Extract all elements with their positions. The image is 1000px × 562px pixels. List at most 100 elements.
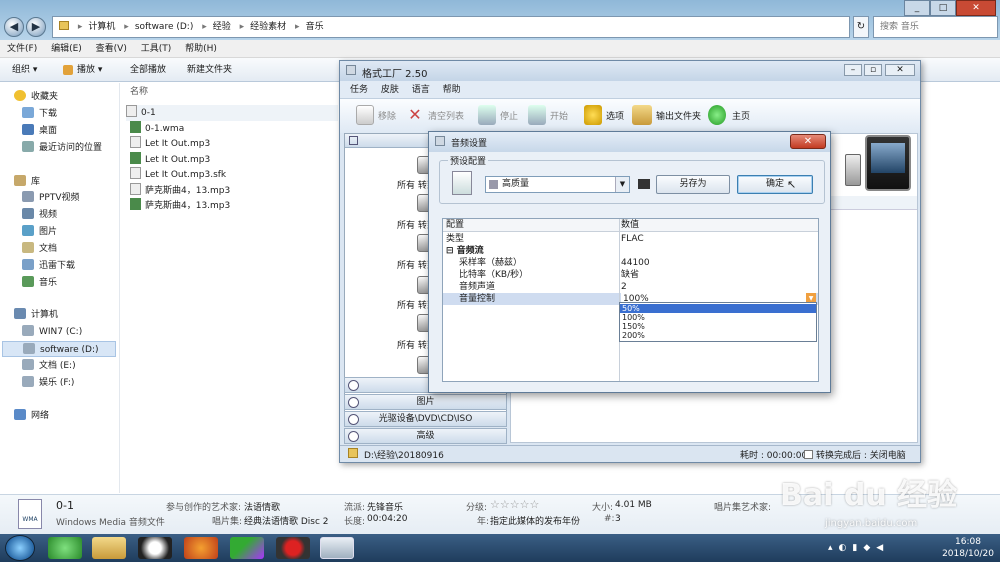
file-row[interactable]: Let It Out.mp3 bbox=[130, 152, 210, 168]
clear-list-button[interactable]: 清空列表 bbox=[428, 109, 464, 122]
status-output-path[interactable]: D:\经验\20180916 bbox=[364, 448, 444, 461]
value-artist[interactable]: 法语情歌 bbox=[244, 500, 280, 513]
new-folder-button[interactable]: 新建文件夹 bbox=[187, 58, 232, 82]
start-button[interactable]: 开始 bbox=[550, 109, 568, 122]
volume-option[interactable]: 150% bbox=[620, 322, 816, 331]
search-input[interactable]: 搜索 音乐 bbox=[873, 16, 998, 38]
grid-category-row[interactable]: ⊟ 音频流 bbox=[443, 245, 818, 257]
ff-menu-help[interactable]: 帮助 bbox=[443, 81, 461, 99]
clock-date[interactable]: 2018/10/20 bbox=[938, 549, 998, 559]
column-header-name[interactable]: 名称 bbox=[130, 84, 148, 100]
favorites-header[interactable]: 收藏夹 bbox=[14, 89, 58, 105]
breadcrumb-music[interactable]: 音乐 bbox=[306, 22, 324, 32]
volume-option[interactable]: 50% bbox=[620, 304, 816, 313]
ff-maximize-button[interactable]: ▫ bbox=[864, 64, 882, 76]
ff-menu-language[interactable]: 语言 bbox=[412, 81, 430, 99]
record-taskbar-icon[interactable] bbox=[276, 537, 310, 559]
ff-section-dvd[interactable]: 光驱设备\DVD\CD\ISO bbox=[344, 411, 507, 427]
output-folder-button[interactable]: 输出文件夹 bbox=[656, 109, 701, 122]
sidebar-item-thunder[interactable]: 迅雷下载 bbox=[22, 258, 75, 274]
stop-button[interactable]: 停止 bbox=[500, 109, 518, 122]
menu-view[interactable]: 查看(V) bbox=[96, 40, 127, 58]
volume-option[interactable]: 200% bbox=[620, 331, 816, 340]
sidebar-item-recent[interactable]: 最近访问的位置 bbox=[22, 140, 102, 156]
sidebar-item-music[interactable]: 音乐 bbox=[22, 275, 57, 291]
rating-stars[interactable]: ☆☆☆☆☆ bbox=[490, 498, 539, 511]
explorer-taskbar-icon[interactable] bbox=[92, 537, 126, 559]
ok-button[interactable]: 确定 bbox=[737, 175, 813, 194]
value-album[interactable]: 经典法语情歌 Disc 2 bbox=[244, 514, 329, 527]
grid-row[interactable]: 音频声道 2 bbox=[443, 281, 818, 293]
maximize-button[interactable]: □ bbox=[930, 0, 956, 16]
save-as-button[interactable]: 另存为 bbox=[656, 175, 730, 194]
grid-row[interactable]: 比特率（KB/秒） 缺省 bbox=[443, 269, 818, 281]
ff-minimize-button[interactable]: – bbox=[844, 64, 862, 76]
grid-row[interactable]: 类型 FLAC bbox=[443, 233, 818, 245]
sidebar-item-drive-d[interactable]: software (D:) bbox=[2, 341, 116, 357]
taskbar-app-icon[interactable] bbox=[48, 537, 82, 559]
refresh-button[interactable]: ↻ bbox=[853, 16, 869, 38]
play-button[interactable]: 播放 ▾ bbox=[77, 58, 102, 82]
breadcrumb-software[interactable]: software (D:) bbox=[135, 22, 194, 32]
ff-close-button[interactable]: ✕ bbox=[885, 64, 915, 76]
qq-taskbar-icon[interactable] bbox=[138, 537, 172, 559]
sidebar-item-downloads[interactable]: 下载 bbox=[22, 106, 57, 122]
home-button[interactable]: 主页 bbox=[732, 109, 750, 122]
ff-menu-tasks[interactable]: 任务 bbox=[350, 81, 368, 99]
sidebar-item-drive-c[interactable]: WIN7 (C:) bbox=[22, 324, 82, 340]
menu-edit[interactable]: 编辑(E) bbox=[51, 40, 82, 58]
status-after-conversion[interactable]: 转换完成后 : 关闭电脑 bbox=[816, 448, 906, 461]
media-taskbar-icon[interactable] bbox=[230, 537, 264, 559]
ff-section-advanced[interactable]: 高级 bbox=[344, 428, 507, 444]
file-row[interactable]: 萨克斯曲4，13.mp3 bbox=[130, 198, 230, 214]
file-row[interactable]: 0-1.wma bbox=[130, 121, 184, 137]
forward-button[interactable]: ▶ bbox=[26, 17, 46, 37]
breadcrumb-jingyan[interactable]: 经验 bbox=[213, 22, 231, 32]
file-row[interactable]: Let It Out.mp3.sfk bbox=[130, 167, 226, 183]
back-button[interactable]: ◀ bbox=[4, 17, 24, 37]
sidebar-item-drive-f[interactable]: 娱乐 (F:) bbox=[22, 375, 74, 391]
sidebar-item-documents[interactable]: 文档 bbox=[22, 241, 57, 257]
value-genre[interactable]: 先锋音乐 bbox=[367, 500, 403, 513]
libraries-header[interactable]: 库 bbox=[14, 174, 40, 190]
options-button[interactable]: 选项 bbox=[606, 109, 624, 122]
console-icon[interactable] bbox=[638, 179, 650, 189]
clock-time[interactable]: 16:08 bbox=[938, 537, 998, 547]
start-button[interactable] bbox=[5, 535, 35, 561]
ff-menu-skin[interactable]: 皮肤 bbox=[381, 81, 399, 99]
dialog-close-button[interactable]: ✕ bbox=[790, 134, 826, 149]
minimize-button[interactable]: _ bbox=[904, 0, 930, 16]
sidebar-item-videos[interactable]: 视频 bbox=[22, 207, 57, 223]
value-track[interactable]: 3 bbox=[615, 514, 621, 524]
network-header[interactable]: 网络 bbox=[14, 408, 49, 424]
flac-icon bbox=[452, 171, 472, 195]
grid-row[interactable]: 采样率（赫兹） 44100 bbox=[443, 257, 818, 269]
play-all-button[interactable]: 全部播放 bbox=[130, 58, 166, 82]
computer-header[interactable]: 计算机 bbox=[14, 307, 58, 323]
sidebar-item-pictures[interactable]: 图片 bbox=[22, 224, 57, 240]
ff-section-image[interactable]: 图片 bbox=[344, 394, 507, 410]
file-row[interactable]: 萨克斯曲4，13.mp3 bbox=[130, 183, 230, 199]
menu-tools[interactable]: 工具(T) bbox=[141, 40, 172, 58]
close-button[interactable]: ✕ bbox=[956, 0, 996, 16]
breadcrumb-sucai[interactable]: 经验素材 bbox=[250, 22, 286, 32]
firefox-taskbar-icon[interactable] bbox=[184, 537, 218, 559]
address-bar[interactable]: ▸ 计算机 ▸ software (D:) ▸ 经验 ▸ 经验素材 ▸ 音乐 bbox=[52, 16, 850, 38]
remove-button[interactable]: 移除 bbox=[378, 109, 396, 122]
preset-select[interactable]: 高质量 ▼ bbox=[485, 176, 630, 193]
tray-icons[interactable]: ▴◐▮◆◀ bbox=[828, 543, 889, 553]
volume-option[interactable]: 100% bbox=[620, 313, 816, 322]
organize-button[interactable]: 组织 ▾ bbox=[12, 58, 37, 82]
menu-file[interactable]: 文件(F) bbox=[7, 40, 37, 58]
file-row[interactable]: Let It Out.mp3 bbox=[130, 136, 210, 152]
menu-help[interactable]: 帮助(H) bbox=[185, 40, 217, 58]
sidebar-item-pptv[interactable]: PPTV视频 bbox=[22, 190, 80, 206]
format-factory-taskbar-icon[interactable] bbox=[320, 537, 354, 559]
file-row[interactable]: 0-1 bbox=[126, 105, 338, 121]
sidebar-item-desktop[interactable]: 桌面 bbox=[22, 123, 57, 139]
breadcrumb-computer[interactable]: 计算机 bbox=[88, 22, 115, 32]
device-player-icon bbox=[845, 154, 861, 186]
sidebar-item-drive-e[interactable]: 文档 (E:) bbox=[22, 358, 76, 374]
value-year[interactable]: 指定此媒体的发布年份 bbox=[490, 514, 580, 527]
after-conversion-checkbox[interactable] bbox=[804, 450, 813, 459]
